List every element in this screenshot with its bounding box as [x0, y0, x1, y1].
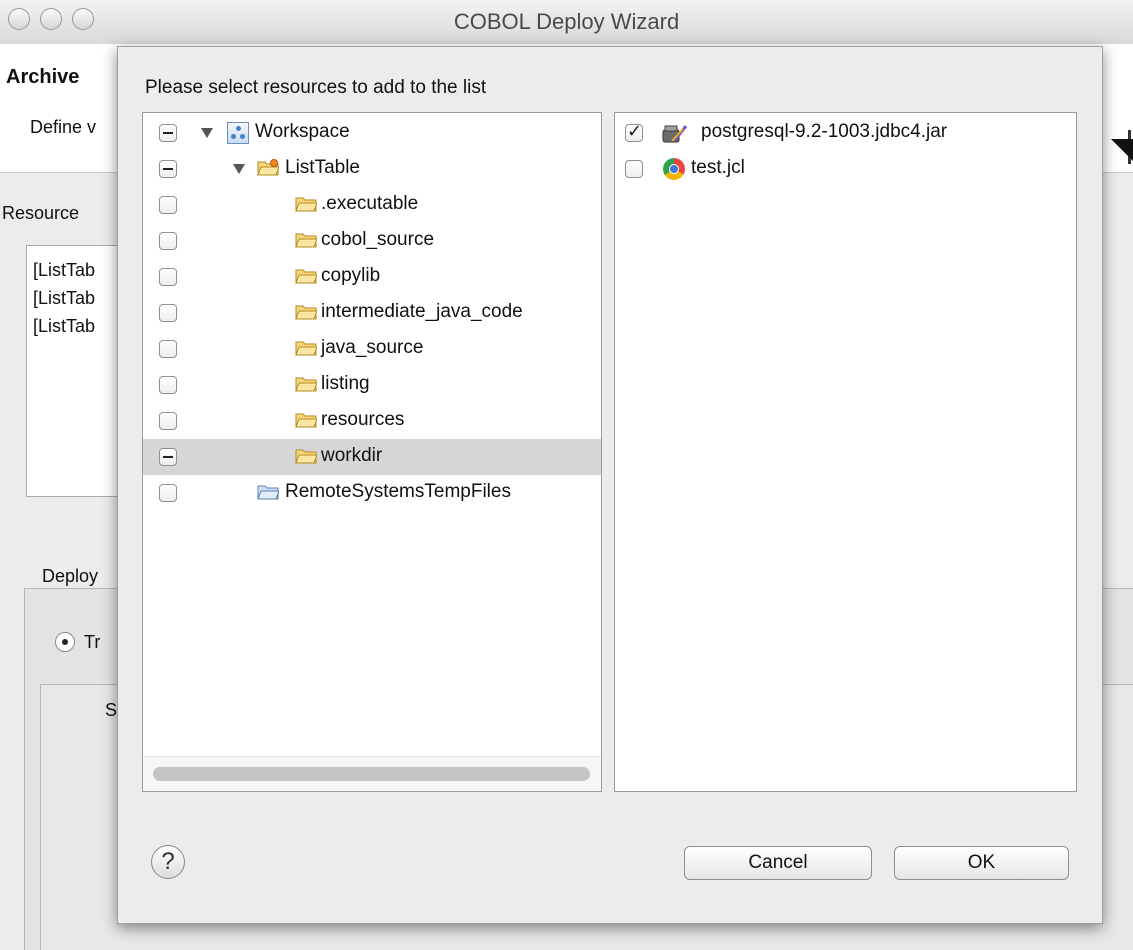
tree-checkbox[interactable] [159, 340, 177, 358]
tree-item-label: Workspace [255, 121, 350, 142]
tree-item-workspace[interactable]: Workspace [143, 115, 601, 151]
tree-checkbox[interactable] [159, 448, 177, 466]
tree-item-label: intermediate_java_code [321, 301, 523, 322]
tree-item-folder[interactable]: cobol_source [143, 223, 601, 259]
tree-item-label: ListTable [285, 157, 360, 178]
folder-icon [295, 413, 317, 428]
folder-icon [295, 377, 317, 392]
file-checkbox[interactable] [625, 121, 643, 142]
folder-tree[interactable]: Workspace ListTable .executable cobol_so… [142, 112, 602, 792]
tree-item-label: java_source [321, 337, 424, 358]
horizontal-scrollbar-thumb[interactable] [153, 767, 590, 781]
tree-checkbox[interactable] [159, 160, 177, 178]
wizard-page-heading: Archive [6, 66, 80, 88]
deploy-radio-button[interactable] [55, 632, 75, 652]
tree-item-workdir[interactable]: workdir [143, 439, 601, 475]
file-checkbox[interactable] [625, 160, 643, 178]
tree-checkbox[interactable] [159, 232, 177, 250]
select-resources-dialog: Please select resources to add to the li… [117, 46, 1103, 924]
folder-icon [295, 449, 317, 464]
wizard-page-description: Define v [30, 117, 97, 137]
list-item[interactable]: [ListTab [33, 288, 95, 309]
deploy-radio-label: Tr [84, 632, 101, 652]
dialog-prompt: Please select resources to add to the li… [145, 77, 487, 98]
horizontal-scrollbar-track[interactable] [143, 756, 601, 791]
folder-icon [295, 233, 317, 248]
ok-button[interactable]: OK [894, 846, 1069, 880]
list-item[interactable]: [ListTab [33, 316, 95, 337]
tree-item-listtable[interactable]: ListTable [143, 151, 601, 187]
folder-icon [295, 341, 317, 356]
tree-checkbox[interactable] [159, 268, 177, 286]
tree-item-label: resources [321, 409, 405, 430]
workspace-icon [227, 122, 249, 144]
file-item-jcl[interactable]: test.jcl [615, 151, 1076, 187]
tree-item-label: listing [321, 373, 370, 394]
file-item-jar[interactable]: postgresql-9.2-1003.jdbc4.jar [615, 115, 1076, 151]
tree-item-label: .executable [321, 193, 419, 214]
tree-checkbox[interactable] [159, 124, 177, 142]
folder-icon [295, 269, 317, 284]
tree-checkbox[interactable] [159, 376, 177, 394]
help-button[interactable]: ? [151, 845, 185, 879]
tree-item-label: RemoteSystemsTempFiles [285, 481, 511, 502]
file-item-label: postgresql-9.2-1003.jdbc4.jar [701, 121, 948, 142]
resources-label: Resource [2, 203, 80, 223]
tree-item-remote-systems[interactable]: RemoteSystemsTempFiles [143, 475, 601, 511]
tree-item-label: cobol_source [321, 229, 435, 250]
tree-checkbox[interactable] [159, 196, 177, 214]
deploy-inner-label: S [105, 700, 118, 720]
jcl-icon [663, 158, 685, 180]
folder-icon [295, 305, 317, 320]
cancel-button[interactable]: Cancel [684, 846, 872, 880]
list-item[interactable]: [ListTab [33, 260, 95, 281]
tree-checkbox[interactable] [159, 484, 177, 502]
banner-arrow-icon [1111, 139, 1133, 161]
window-title: COBOL Deploy Wizard [453, 9, 680, 34]
deploy-group-label: Deploy [42, 566, 99, 586]
tree-item-folder[interactable]: intermediate_java_code [143, 295, 601, 331]
expand-triangle-icon[interactable] [201, 128, 213, 138]
tree-item-folder[interactable]: resources [143, 403, 601, 439]
title-bar: COBOL Deploy Wizard [0, 0, 1133, 45]
tree-item-label: copylib [321, 265, 381, 286]
folder-icon [257, 485, 279, 500]
tree-item-label: workdir [321, 445, 383, 466]
tree-item-folder[interactable]: copylib [143, 259, 601, 295]
tree-checkbox[interactable] [159, 304, 177, 322]
jar-icon [662, 125, 687, 143]
tree-checkbox[interactable] [159, 412, 177, 430]
folder-icon [295, 197, 317, 212]
tree-item-folder[interactable]: listing [143, 367, 601, 403]
file-list[interactable]: postgresql-9.2-1003.jdbc4.jar test.jcl [614, 112, 1077, 792]
expand-triangle-icon[interactable] [233, 164, 245, 174]
tree-item-folder[interactable]: java_source [143, 331, 601, 367]
file-item-label: test.jcl [691, 157, 745, 178]
tree-item-folder[interactable]: .executable [143, 187, 601, 223]
project-folder-icon [257, 159, 279, 176]
